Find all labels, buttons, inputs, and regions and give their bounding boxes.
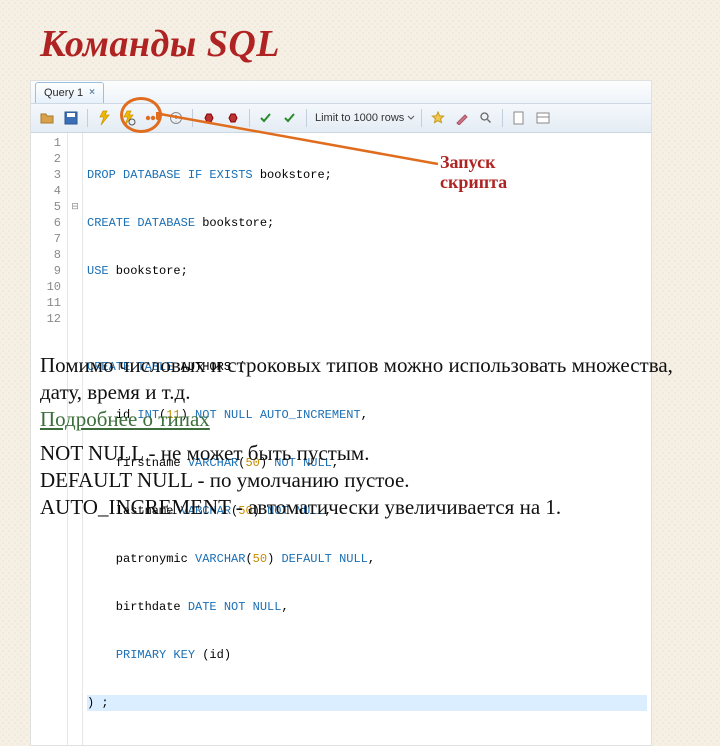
separator	[502, 109, 503, 127]
stop-icon[interactable]	[142, 108, 162, 128]
toolbar: Limit to 1000 rows	[31, 104, 651, 133]
code-area[interactable]: 123 456 789 101112 ⊟ DROP DATABASE IF EX…	[31, 133, 651, 745]
separator	[421, 109, 422, 127]
limit-label: Limit to 1000 rows	[315, 112, 404, 124]
star-icon[interactable]	[428, 108, 448, 128]
callout-label: Запуск скрипта	[440, 152, 507, 192]
run-selected-icon[interactable]	[118, 108, 138, 128]
run-icon[interactable]	[94, 108, 114, 128]
commit-icon[interactable]	[199, 108, 219, 128]
tab-strip: Query 1 ×	[31, 81, 651, 104]
code-lines[interactable]: DROP DATABASE IF EXISTS bookstore; CREAT…	[83, 133, 651, 745]
fold-gutter: ⊟	[68, 133, 83, 745]
save-icon[interactable]	[61, 108, 81, 128]
check-icon[interactable]	[256, 108, 276, 128]
page-icon[interactable]	[509, 108, 529, 128]
explain-icon[interactable]	[166, 108, 186, 128]
slide-title: Команды SQL	[40, 22, 280, 66]
check-icon[interactable]	[280, 108, 300, 128]
close-icon[interactable]: ×	[89, 83, 95, 103]
separator	[87, 109, 88, 127]
notes-text: NOT NULL - не может быть пустым. DEFAULT…	[40, 440, 680, 521]
tab-query1[interactable]: Query 1 ×	[35, 82, 104, 103]
separator	[249, 109, 250, 127]
description-text: Помимо числовых и строковых типов можно …	[40, 352, 680, 433]
open-icon[interactable]	[37, 108, 57, 128]
search-icon[interactable]	[476, 108, 496, 128]
panel-icon[interactable]	[533, 108, 553, 128]
separator	[192, 109, 193, 127]
rollback-icon[interactable]	[223, 108, 243, 128]
types-link[interactable]: Подробнее о типах	[40, 407, 210, 431]
format-icon[interactable]	[452, 108, 472, 128]
limit-dropdown[interactable]: Limit to 1000 rows	[315, 112, 415, 124]
separator	[306, 109, 307, 127]
tab-label: Query 1	[44, 83, 83, 103]
line-gutter: 123 456 789 101112	[31, 133, 68, 745]
